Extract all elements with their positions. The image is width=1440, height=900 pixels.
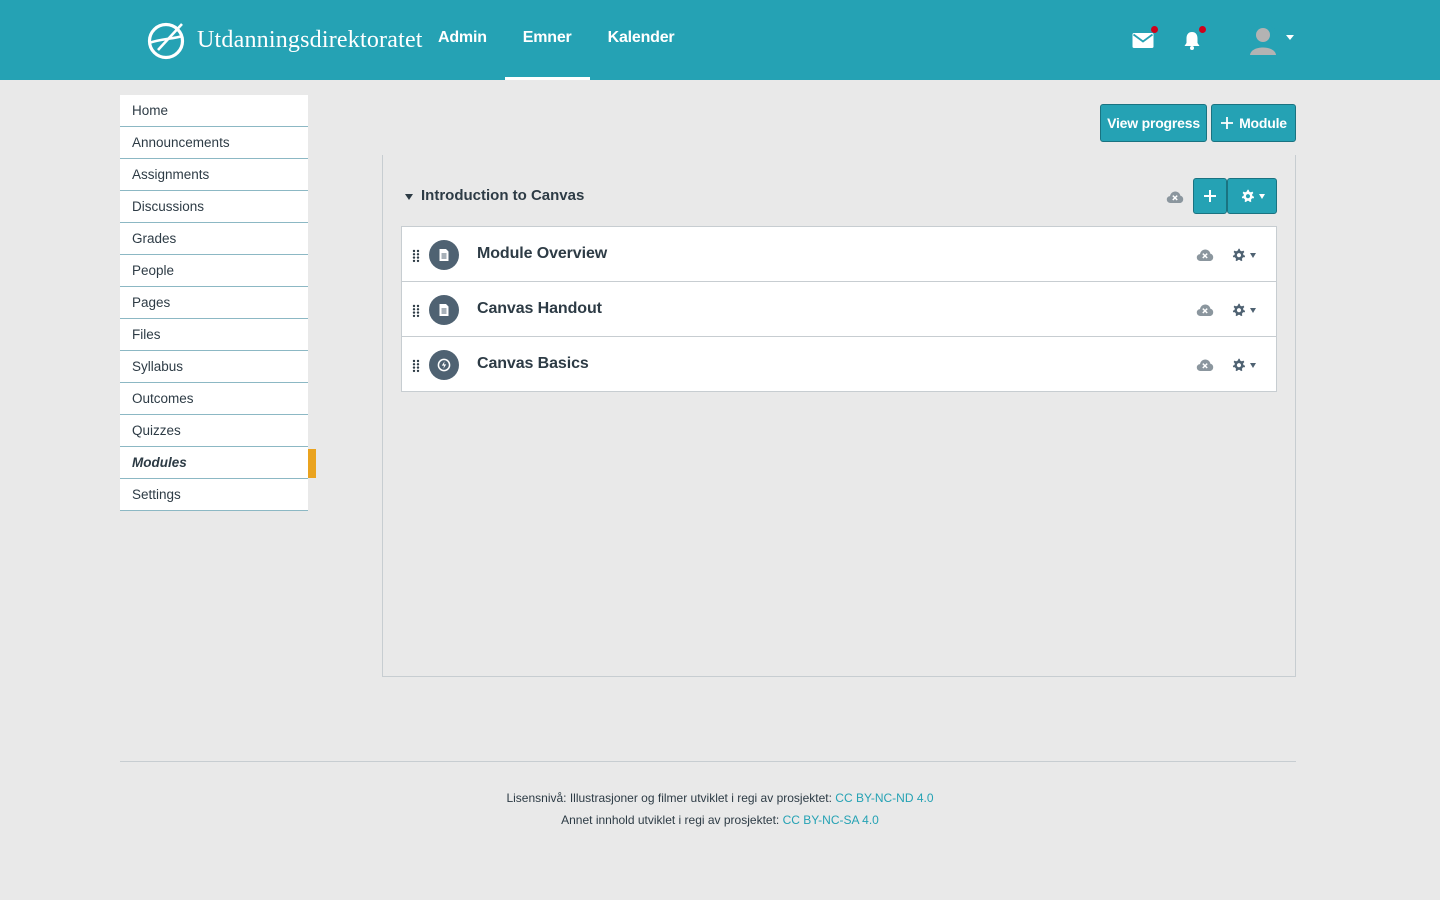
external-tool-icon [429,350,459,380]
gear-icon [1241,189,1254,202]
footer-text-1: Lisensnivå: Illustrasjoner og filmer utv… [506,791,832,805]
chevron-down-icon [1250,308,1256,313]
top-header: Utdanningsdirektoratet Admin Emner Kalen… [0,0,1440,80]
brand[interactable]: Utdanningsdirektoratet [146,19,423,61]
udir-logo-icon [147,22,185,60]
module-item-title[interactable]: Canvas Handout [477,300,602,318]
module-item-title[interactable]: Canvas Basics [477,355,589,373]
drag-handle-icon[interactable] [412,304,420,318]
unpublished-cloud-icon[interactable] [1196,248,1214,262]
sidebar-item-pages[interactable]: Pages [120,287,308,319]
notification-indicator [1199,26,1206,33]
view-progress-button[interactable]: View progress [1100,104,1207,142]
sidebar-item-quizzes[interactable]: Quizzes [120,415,308,447]
footer-divider [120,761,1296,762]
add-item-button[interactable] [1193,178,1227,214]
sidebar-item-outcomes[interactable]: Outcomes [120,383,308,415]
chevron-down-icon [1258,193,1265,199]
gear-icon [1232,303,1246,317]
collapse-toggle-icon[interactable] [405,194,413,200]
drag-handle-icon[interactable] [412,249,420,263]
inbox-button[interactable] [1131,26,1158,52]
sidebar-item-modules[interactable]: Modules [120,447,316,479]
unpublished-cloud-icon[interactable] [1166,190,1184,204]
add-module-button[interactable]: Module [1211,104,1296,142]
sidebar-item-settings[interactable]: Settings [120,479,308,511]
notifications-button[interactable] [1181,26,1206,52]
module-item: Canvas Handout [402,282,1276,337]
module-item: Module Overview [402,227,1276,282]
view-progress-label: View progress [1107,115,1200,131]
chevron-down-icon [1250,363,1256,368]
footer-license-line-2: Annet innhold utviklet i regi av prosjek… [0,813,1440,827]
module-item: Canvas Basics [402,337,1276,391]
item-settings-button[interactable] [1231,358,1256,373]
chevron-down-icon[interactable] [1286,35,1294,40]
page-icon [429,295,459,325]
sidebar-item-assignments[interactable]: Assignments [120,159,308,191]
module-item-title[interactable]: Module Overview [477,245,607,263]
sidebar-item-files[interactable]: Files [120,319,308,351]
unpublished-cloud-icon[interactable] [1196,303,1214,317]
unpublished-cloud-icon[interactable] [1196,358,1214,372]
plus-icon [1221,117,1234,129]
license-link-sa[interactable]: CC BY-NC-SA 4.0 [783,813,879,827]
chevron-down-icon [1250,253,1256,258]
sidebar-item-home[interactable]: Home [120,95,308,127]
course-navigation: Home Announcements Assignments Discussio… [120,95,316,511]
topnav-item-emner[interactable]: Emner [504,0,590,80]
license-link-nd[interactable]: CC BY-NC-ND 4.0 [835,791,933,805]
gear-icon [1232,248,1246,262]
topnav-item-kalender[interactable]: Kalender [590,0,693,80]
module-title: Introduction to Canvas [421,187,585,204]
sidebar-item-discussions[interactable]: Discussions [120,191,308,223]
module-header: Introduction to Canvas [400,178,1280,214]
module-settings-button[interactable] [1227,178,1277,214]
item-settings-button[interactable] [1231,248,1256,263]
footer-license-line-1: Lisensnivå: Illustrasjoner og filmer utv… [0,791,1440,805]
plus-icon [1204,190,1216,202]
footer-text-2: Annet innhold utviklet i regi av prosjek… [561,813,780,827]
top-navigation: Admin Emner Kalender [420,0,692,80]
brand-name: Utdanningsdirektoratet [197,26,423,53]
user-avatar-icon[interactable] [1247,24,1279,56]
sidebar-item-announcements[interactable]: Announcements [120,127,308,159]
sidebar-item-grades[interactable]: Grades [120,223,308,255]
page-icon [429,240,459,270]
sidebar-item-people[interactable]: People [120,255,308,287]
sidebar-item-syllabus[interactable]: Syllabus [120,351,308,383]
drag-handle-icon[interactable] [412,359,420,373]
unread-indicator [1151,26,1158,33]
item-settings-button[interactable] [1231,303,1256,318]
module-items-list: Module Overview Canvas Handout Canvas Ba… [401,226,1277,392]
gear-icon [1232,358,1246,372]
add-module-label: Module [1239,115,1287,131]
topnav-item-admin[interactable]: Admin [420,0,505,80]
